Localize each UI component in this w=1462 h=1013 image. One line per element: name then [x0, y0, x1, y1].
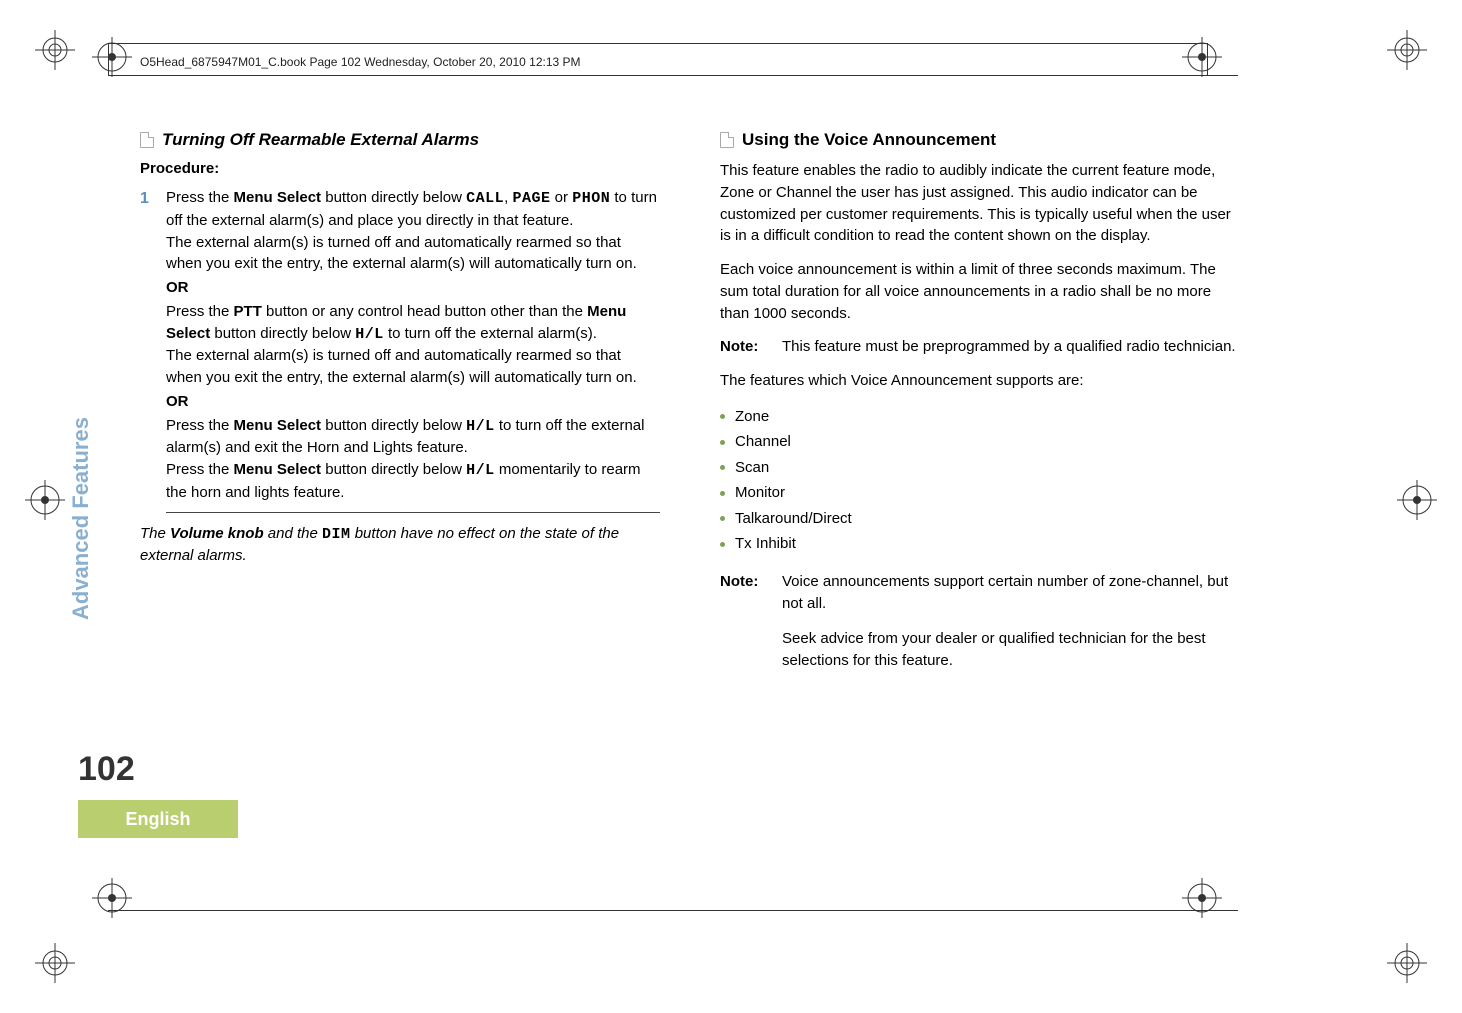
right-section-title: Using the Voice Announcement — [720, 130, 1240, 150]
note-block: Note: Voice announcements support certai… — [720, 571, 1240, 672]
footer-note: The Volume knob and the DIM button have … — [140, 523, 660, 568]
right-title-text: Using the Voice Announcement — [742, 130, 996, 150]
or-separator: OR — [166, 277, 660, 299]
crop-line — [108, 910, 1238, 911]
note-text: Voice announcements support certain numb… — [782, 571, 1240, 615]
running-header: O5Head_6875947M01_C.book Page 102 Wednes… — [140, 55, 581, 69]
text: button or any control head button other … — [262, 303, 587, 320]
bullet-text: Scan — [735, 455, 769, 481]
note-label: Note: — [720, 571, 768, 672]
paragraph: The features which Voice Announcement su… — [720, 370, 1240, 392]
code-page: PAGE — [513, 190, 551, 207]
text: Press the — [166, 461, 234, 478]
note-block: Note: This feature must be preprogrammed… — [720, 336, 1240, 358]
text: The external alarm(s) is turned off and … — [166, 232, 660, 276]
bullet-icon — [720, 491, 725, 496]
or-separator: OR — [166, 391, 660, 413]
reg-mark-icon — [1397, 480, 1437, 520]
note-label: Note: — [720, 336, 768, 358]
text: Press the — [166, 417, 234, 434]
step-separator-line — [166, 512, 660, 513]
document-icon — [140, 132, 154, 148]
bullet-text: Monitor — [735, 480, 785, 506]
menu-select-label: Menu Select — [234, 461, 322, 478]
menu-select-label: Menu Select — [234, 189, 322, 206]
reg-mark-icon — [25, 480, 65, 520]
procedure-step: 1 Press the Menu Select button directly … — [140, 187, 660, 504]
bullet-icon — [720, 440, 725, 445]
bullet-icon — [720, 414, 725, 419]
text: button directly below — [210, 325, 355, 342]
paragraph: This feature enables the radio to audibl… — [720, 160, 1240, 247]
text: to turn off the external alarm(s). — [384, 325, 597, 342]
bullet-icon — [720, 516, 725, 521]
volume-knob-label: Volume knob — [170, 525, 264, 542]
bullet-icon — [720, 542, 725, 547]
left-section-title: Turning Off Rearmable External Alarms — [140, 130, 660, 150]
note-text: This feature must be preprogrammed by a … — [782, 336, 1236, 358]
page-content: Turning Off Rearmable External Alarms Pr… — [140, 130, 1240, 830]
note-text-group: Voice announcements support certain numb… — [782, 571, 1240, 672]
bullet-text: Talkaround/Direct — [735, 506, 852, 532]
bullet-text: Channel — [735, 429, 791, 455]
text: and the — [264, 525, 322, 542]
text: Press the — [166, 303, 234, 320]
code-call: CALL — [466, 190, 504, 207]
feature-bullet-list: Zone Channel Scan Monitor Talkaround/Dir… — [720, 404, 1240, 557]
text: button directly below — [321, 417, 466, 434]
list-item: Talkaround/Direct — [720, 506, 1240, 532]
section-label-vertical: Advanced Features — [68, 417, 94, 620]
text: The external alarm(s) is turned off and … — [166, 345, 660, 389]
page-number: 102 — [78, 750, 135, 789]
list-item: Monitor — [720, 480, 1240, 506]
list-item: Tx Inhibit — [720, 531, 1240, 557]
code-dim: DIM — [322, 526, 351, 543]
menu-select-label: Menu Select — [234, 417, 322, 434]
note-text: Seek advice from your dealer or qualifie… — [782, 628, 1240, 672]
text: Press the — [166, 189, 234, 206]
left-title-text: Turning Off Rearmable External Alarms — [162, 130, 479, 150]
list-item: Zone — [720, 404, 1240, 430]
reg-mark-icon — [35, 30, 75, 70]
bullet-icon — [720, 465, 725, 470]
crop-line — [108, 75, 1238, 76]
text: button directly below — [321, 461, 466, 478]
text: The — [140, 525, 170, 542]
document-icon — [720, 132, 734, 148]
bullet-text: Tx Inhibit — [735, 531, 796, 557]
list-item: Scan — [720, 455, 1240, 481]
text: button directly below — [321, 189, 466, 206]
text: , — [504, 189, 512, 206]
ptt-label: PTT — [234, 303, 262, 320]
code-hl: H/L — [355, 326, 384, 343]
reg-mark-icon — [1182, 878, 1222, 918]
step-body: Press the Menu Select button directly be… — [166, 187, 660, 504]
reg-mark-icon — [92, 878, 132, 918]
code-hl: H/L — [466, 462, 495, 479]
reg-mark-icon — [1387, 30, 1427, 70]
paragraph: Each voice announcement is within a limi… — [720, 259, 1240, 324]
reg-mark-icon — [1387, 943, 1427, 983]
text: or — [551, 189, 573, 206]
left-column: Turning Off Rearmable External Alarms Pr… — [140, 130, 660, 830]
step-number: 1 — [140, 187, 154, 504]
procedure-label: Procedure: — [140, 160, 660, 177]
right-column: Using the Voice Announcement This featur… — [720, 130, 1240, 830]
list-item: Channel — [720, 429, 1240, 455]
code-phon: PHON — [572, 190, 610, 207]
code-hl: H/L — [466, 418, 495, 435]
reg-mark-icon — [35, 943, 75, 983]
bullet-text: Zone — [735, 404, 769, 430]
